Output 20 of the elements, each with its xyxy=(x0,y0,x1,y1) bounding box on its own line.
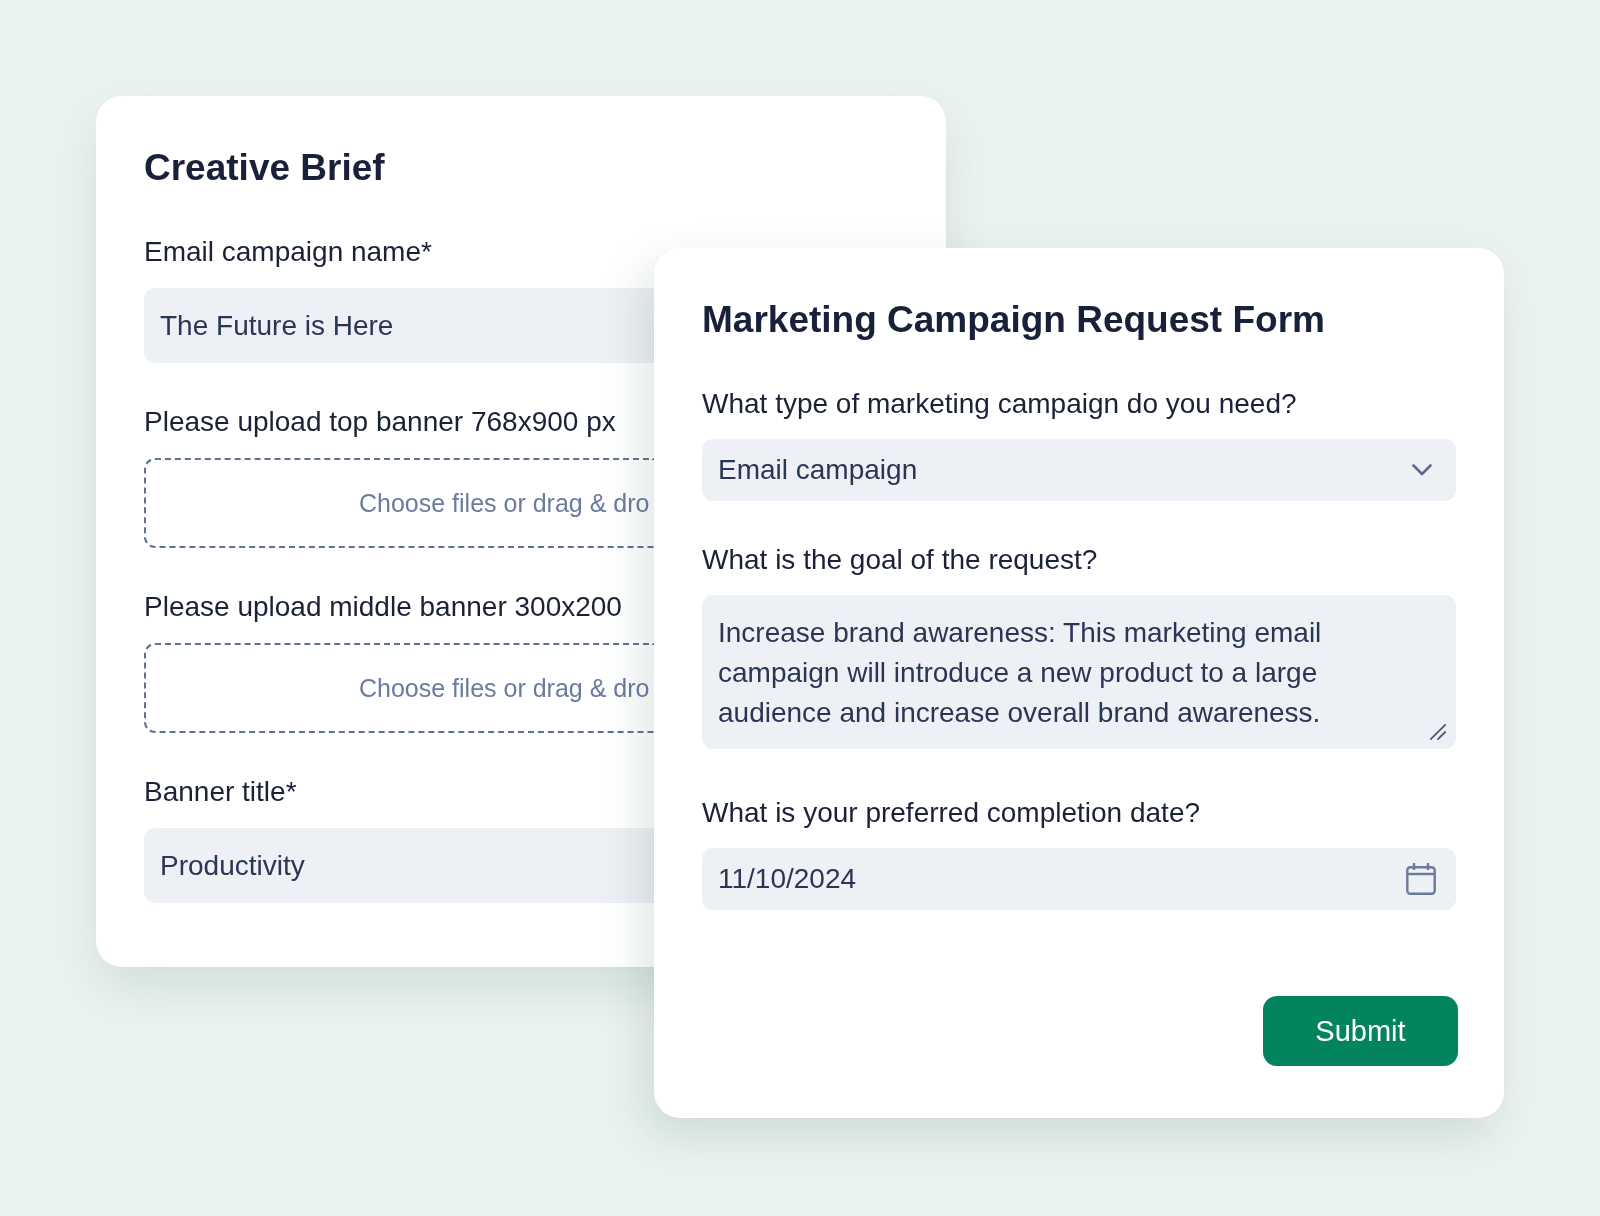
field-label: What is the goal of the request? xyxy=(702,543,1098,577)
submit-button[interactable]: Submit xyxy=(1263,996,1458,1066)
calendar-icon[interactable] xyxy=(1406,863,1436,895)
form-title: Creative Brief xyxy=(144,146,385,190)
field-label: Banner title* xyxy=(144,775,297,809)
text-field[interactable]: Productivity xyxy=(144,828,654,903)
date-field[interactable]: 11/10/2024 xyxy=(702,848,1456,910)
form-title: Marketing Campaign Request Form xyxy=(702,298,1325,342)
chevron-down-icon xyxy=(1412,464,1432,476)
field-label: Email campaign name* xyxy=(144,235,432,269)
field-label: Please upload top banner 768x900 px xyxy=(144,405,616,439)
resize-grip-icon[interactable] xyxy=(1430,724,1446,740)
dropdown[interactable]: Email campaign xyxy=(702,439,1456,501)
text-area[interactable]: Increase brand awareness: This marketing email campaign will introduce a new product to a large audience and increase overall brand awareness. xyxy=(702,595,1456,749)
dropzone-prompt: Choose files or drag & dro xyxy=(359,673,650,703)
text-field[interactable]: The Future is Here xyxy=(144,288,654,363)
field-label: What is your preferred completion date? xyxy=(702,796,1201,830)
field-label: What type of marketing campaign do you need? xyxy=(702,387,1297,421)
field-label: Please upload middle banner 300x200 xyxy=(144,590,622,624)
dropzone-prompt: Choose files or drag & dro xyxy=(359,488,650,518)
